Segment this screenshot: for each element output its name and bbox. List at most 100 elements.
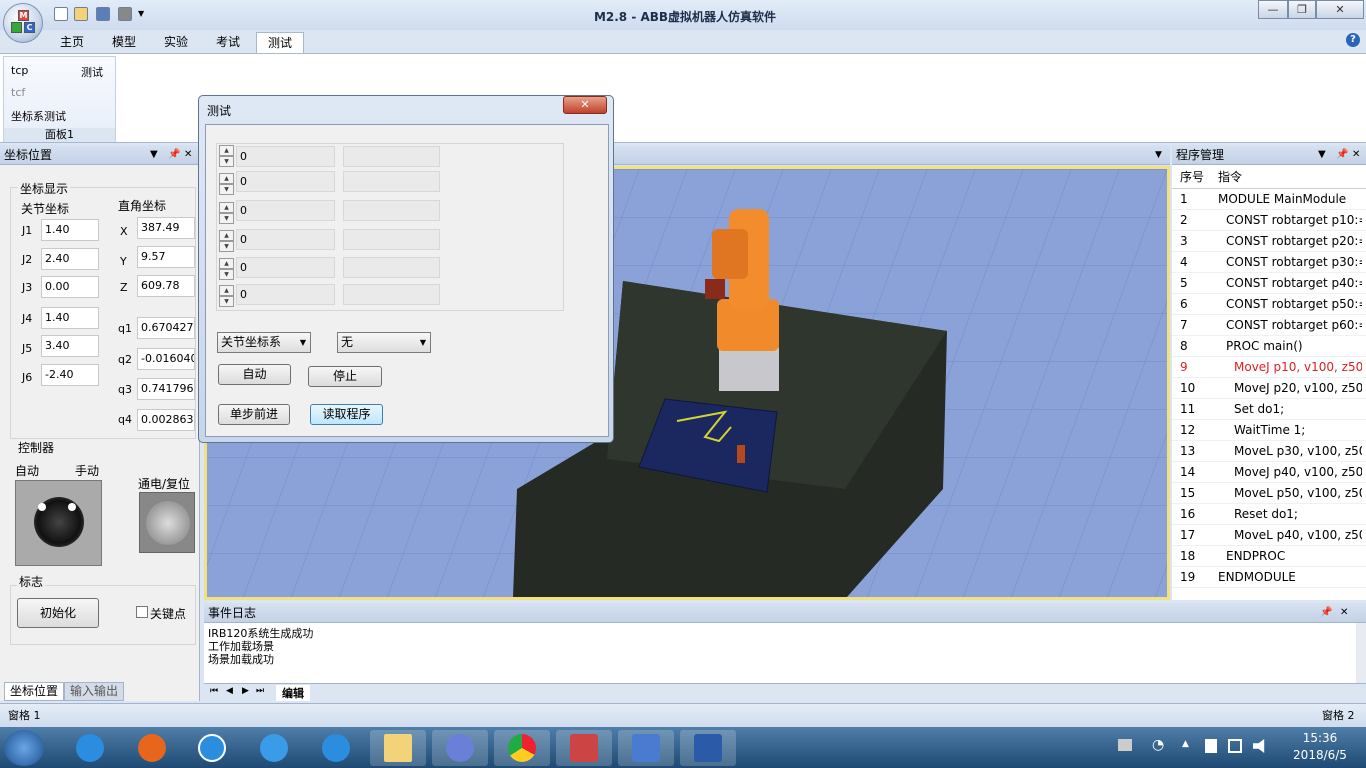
panel-dropdown-icon[interactable]: ▼: [150, 145, 158, 165]
tray-expand-icon[interactable]: ▲: [1182, 739, 1189, 749]
axis-value[interactable]: 0: [236, 146, 335, 167]
taskbar-remote-icon[interactable]: [618, 730, 674, 766]
close-button[interactable]: ✕: [1316, 0, 1364, 19]
taskbar-simulator-icon[interactable]: [556, 730, 612, 766]
axis-spinner[interactable]: ▲ ▼: [219, 173, 234, 195]
viewport-dropdown-icon[interactable]: ▼: [1155, 145, 1162, 165]
tool-select[interactable]: 无 ▼: [337, 332, 431, 353]
program-dropdown-icon[interactable]: ▼: [1318, 145, 1326, 165]
log-pin-icon[interactable]: 📌: [1320, 603, 1332, 623]
taskbar-ie-icon[interactable]: [62, 730, 118, 766]
axis-spinner[interactable]: ▲ ▼: [219, 285, 234, 307]
program-pin-icon[interactable]: 📌: [1336, 145, 1348, 165]
program-row[interactable]: 16 Reset do1;: [1172, 504, 1366, 525]
network-icon[interactable]: [1228, 739, 1242, 753]
program-row[interactable]: 5 CONST robtarget p40:=[[3: [1172, 273, 1366, 294]
program-row[interactable]: 19 ENDMODULE: [1172, 567, 1366, 588]
start-button[interactable]: [4, 730, 44, 766]
tab-io[interactable]: 输入输出: [64, 682, 124, 701]
program-row[interactable]: 14 MoveJ p40, v100, z50: [1172, 462, 1366, 483]
log-scrollbar[interactable]: [1356, 623, 1366, 683]
program-row[interactable]: 1 MODULE MainModule: [1172, 189, 1366, 210]
taskbar-cloud-icon[interactable]: [246, 730, 302, 766]
tab-home[interactable]: 主页: [52, 32, 92, 53]
program-row[interactable]: 12 WaitTime 1;: [1172, 420, 1366, 441]
wifi-icon[interactable]: ◔: [1152, 737, 1164, 753]
ribbon-test-button[interactable]: 测试: [81, 64, 103, 80]
mode-key-switch[interactable]: [15, 480, 102, 566]
ribbon-coord-test-button[interactable]: 坐标系测试: [11, 108, 66, 124]
program-row[interactable]: 18 ENDPROC: [1172, 546, 1366, 567]
clock-date[interactable]: 2018/6/5: [1282, 748, 1358, 762]
axis-spinner[interactable]: ▲ ▼: [219, 202, 234, 224]
program-row[interactable]: 15 MoveL p50, v100, z50: [1172, 483, 1366, 504]
program-row[interactable]: 7 CONST robtarget p60:=[[3: [1172, 315, 1366, 336]
program-close-icon[interactable]: ✕: [1352, 145, 1360, 165]
axis-spinner[interactable]: ▲ ▼: [219, 145, 234, 167]
step-forward-button[interactable]: 单步前进: [218, 404, 290, 425]
new-file-icon[interactable]: [54, 7, 68, 21]
nav-first-icon[interactable]: ⏮: [210, 686, 218, 696]
help-icon[interactable]: ?: [1346, 33, 1360, 47]
dialog-close-button[interactable]: ✕: [563, 96, 607, 114]
program-row[interactable]: 17 MoveL p40, v100, z50: [1172, 525, 1366, 546]
axis-value[interactable]: 0: [236, 284, 335, 305]
power-reset-button[interactable]: [139, 492, 195, 553]
ribbon-tcf-button[interactable]: tcf: [11, 86, 25, 99]
save-icon[interactable]: [96, 7, 110, 21]
axis-spinner[interactable]: ▲ ▼: [219, 258, 234, 280]
program-row[interactable]: 3 CONST robtarget p20:=[[3: [1172, 231, 1366, 252]
log-close-icon[interactable]: ✕: [1340, 603, 1348, 623]
taskbar-chrome-icon[interactable]: [494, 730, 550, 766]
quick-access-dropdown-icon[interactable]: ▼: [138, 9, 144, 18]
stop-button[interactable]: 停止: [308, 366, 382, 387]
read-program-button[interactable]: 读取程序: [310, 404, 383, 425]
tab-experiment[interactable]: 实验: [156, 32, 196, 53]
taskbar-ie2-icon[interactable]: [308, 730, 364, 766]
axis-value[interactable]: 0: [236, 171, 335, 192]
program-row[interactable]: 2 CONST robtarget p10:=[[3: [1172, 210, 1366, 231]
taskbar-app-icon[interactable]: [432, 730, 488, 766]
app-logo[interactable]: M C: [3, 3, 43, 43]
tab-test[interactable]: 测试: [256, 32, 304, 53]
taskbar-word-icon[interactable]: [680, 730, 736, 766]
open-folder-icon[interactable]: [74, 7, 88, 21]
init-button[interactable]: 初始化: [17, 598, 99, 628]
taskbar-firefox-icon[interactable]: [124, 730, 180, 766]
program-row[interactable]: 10 MoveJ p20, v100, z50: [1172, 378, 1366, 399]
keypoint-checkbox[interactable]: [136, 606, 148, 618]
tab-model[interactable]: 模型: [104, 32, 144, 53]
axis-spinner[interactable]: ▲ ▼: [219, 230, 234, 252]
panel-pin-icon[interactable]: 📌: [168, 145, 180, 165]
program-row[interactable]: 8 PROC main(): [1172, 336, 1366, 357]
tab-exam[interactable]: 考试: [208, 32, 248, 53]
nav-last-icon[interactable]: ⏭: [256, 686, 264, 696]
taskbar-explorer-icon[interactable]: [370, 730, 426, 766]
print-icon[interactable]: [118, 7, 132, 21]
ribbon-tcp-button[interactable]: tcp: [11, 64, 28, 77]
axis-value[interactable]: 0: [236, 229, 335, 250]
maximize-button[interactable]: ❐: [1288, 0, 1316, 19]
nav-prev-icon[interactable]: ◀: [226, 686, 233, 696]
program-row[interactable]: 9 MoveJ p10, v100, z50: [1172, 357, 1366, 378]
robot-wrist: [712, 229, 748, 279]
clock-time[interactable]: 15:36: [1290, 731, 1350, 745]
axis-value[interactable]: 0: [236, 200, 335, 221]
tab-edit[interactable]: 编辑: [276, 685, 310, 701]
panel-close-icon[interactable]: ✕: [184, 145, 192, 165]
program-row[interactable]: 11 Set do1;: [1172, 399, 1366, 420]
auto-button[interactable]: 自动: [218, 364, 291, 385]
usb-icon[interactable]: [1205, 739, 1217, 753]
joint-value: 2.40: [41, 248, 99, 270]
minimize-button[interactable]: —: [1258, 0, 1288, 19]
taskbar-k-icon[interactable]: [184, 730, 240, 766]
coordinate-system-select[interactable]: 关节坐标系 ▼: [217, 332, 311, 353]
program-row[interactable]: 6 CONST robtarget p50:=[[3: [1172, 294, 1366, 315]
keyboard-icon[interactable]: [1118, 739, 1132, 751]
program-row[interactable]: 13 MoveL p30, v100, z50: [1172, 441, 1366, 462]
nav-next-icon[interactable]: ▶: [242, 686, 249, 696]
axis-value[interactable]: 0: [236, 257, 335, 278]
volume-icon[interactable]: [1253, 739, 1265, 753]
tab-coordinate-position[interactable]: 坐标位置: [4, 682, 64, 701]
program-row[interactable]: 4 CONST robtarget p30:=[[3: [1172, 252, 1366, 273]
